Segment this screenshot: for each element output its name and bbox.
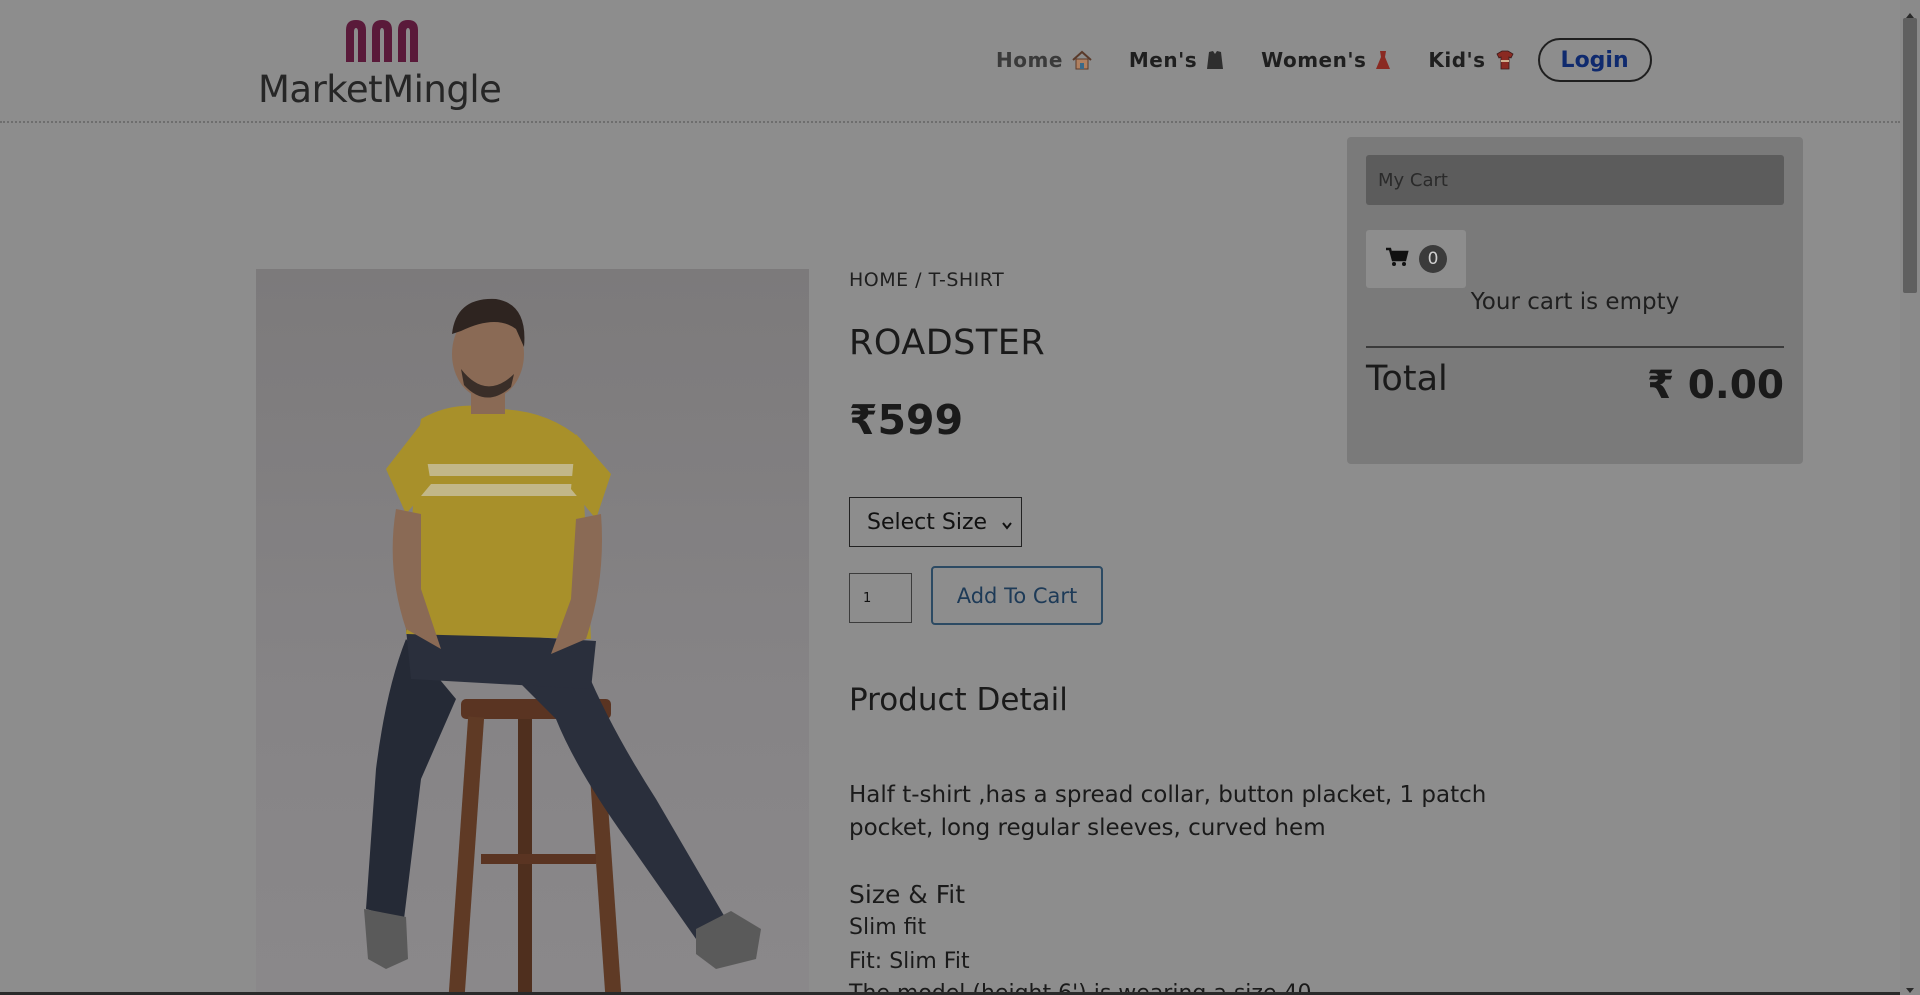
quantity-input[interactable]: 1 xyxy=(849,573,912,623)
tshirt-icon xyxy=(1494,49,1516,71)
size-select[interactable]: Select Size xyxy=(849,497,1022,547)
product-image xyxy=(256,269,809,995)
cart-total-value: ₹ 0.00 xyxy=(1647,363,1784,408)
nav-womens[interactable]: Women's xyxy=(1261,38,1392,82)
size-fit-line: Fit: Slim Fit xyxy=(849,949,970,974)
nav-home[interactable]: Home xyxy=(996,38,1093,82)
nav-home-label: Home xyxy=(996,48,1063,72)
cart-button[interactable]: 0 xyxy=(1366,230,1466,288)
cart-total-label: Total xyxy=(1366,359,1448,399)
logo-mark-icon xyxy=(346,20,418,62)
breadcrumb[interactable]: HOME / T-SHIRT xyxy=(849,269,1004,291)
nav-mens-label: Men's xyxy=(1128,48,1198,72)
scroll-down-arrow-icon[interactable] xyxy=(1905,980,1915,995)
product-price: ₹599 xyxy=(849,396,964,444)
product-description: Half t-shirt ,has a spread collar, butto… xyxy=(849,782,1487,841)
product-title: ROADSTER xyxy=(849,323,1046,363)
main-nav: Home Men's Women's Kid's Login xyxy=(996,38,1652,82)
jacket-icon xyxy=(1205,49,1225,71)
add-to-cart-button[interactable]: Add To Cart xyxy=(931,566,1103,625)
shopping-cart-icon xyxy=(1385,246,1409,272)
nav-mens[interactable]: Men's xyxy=(1129,38,1225,82)
product-detail-heading: Product Detail xyxy=(849,682,1068,718)
vertical-scrollbar[interactable] xyxy=(1900,0,1920,995)
nav-womens-label: Women's xyxy=(1261,48,1367,72)
cart-panel: My Cart 0 Your cart is empty Total ₹ 0.0… xyxy=(1347,137,1803,464)
size-select-value: Select Size xyxy=(867,509,988,535)
cart-count-badge: 0 xyxy=(1419,245,1447,273)
cart-header: My Cart xyxy=(1366,155,1784,205)
nav-kids[interactable]: Kid's xyxy=(1428,38,1515,82)
site-header: MarketMingle Home Men's Women's Kid's Lo… xyxy=(0,0,1900,123)
cart-empty-message: Your cart is empty xyxy=(1470,289,1680,315)
size-fit-heading: Size & Fit xyxy=(849,880,966,909)
logo-text: MarketMingle xyxy=(258,68,502,111)
size-fit-line: Slim fit xyxy=(849,915,927,940)
scrollbar-thumb[interactable] xyxy=(1903,18,1917,293)
model-photo-illustration xyxy=(364,298,761,995)
dress-icon xyxy=(1374,49,1392,71)
login-button[interactable]: Login xyxy=(1537,38,1652,82)
house-icon xyxy=(1071,49,1093,71)
cart-divider xyxy=(1366,346,1784,348)
chevron-down-icon xyxy=(1001,514,1013,539)
nav-kids-label: Kid's xyxy=(1428,48,1486,72)
logo[interactable]: MarketMingle xyxy=(258,16,508,114)
